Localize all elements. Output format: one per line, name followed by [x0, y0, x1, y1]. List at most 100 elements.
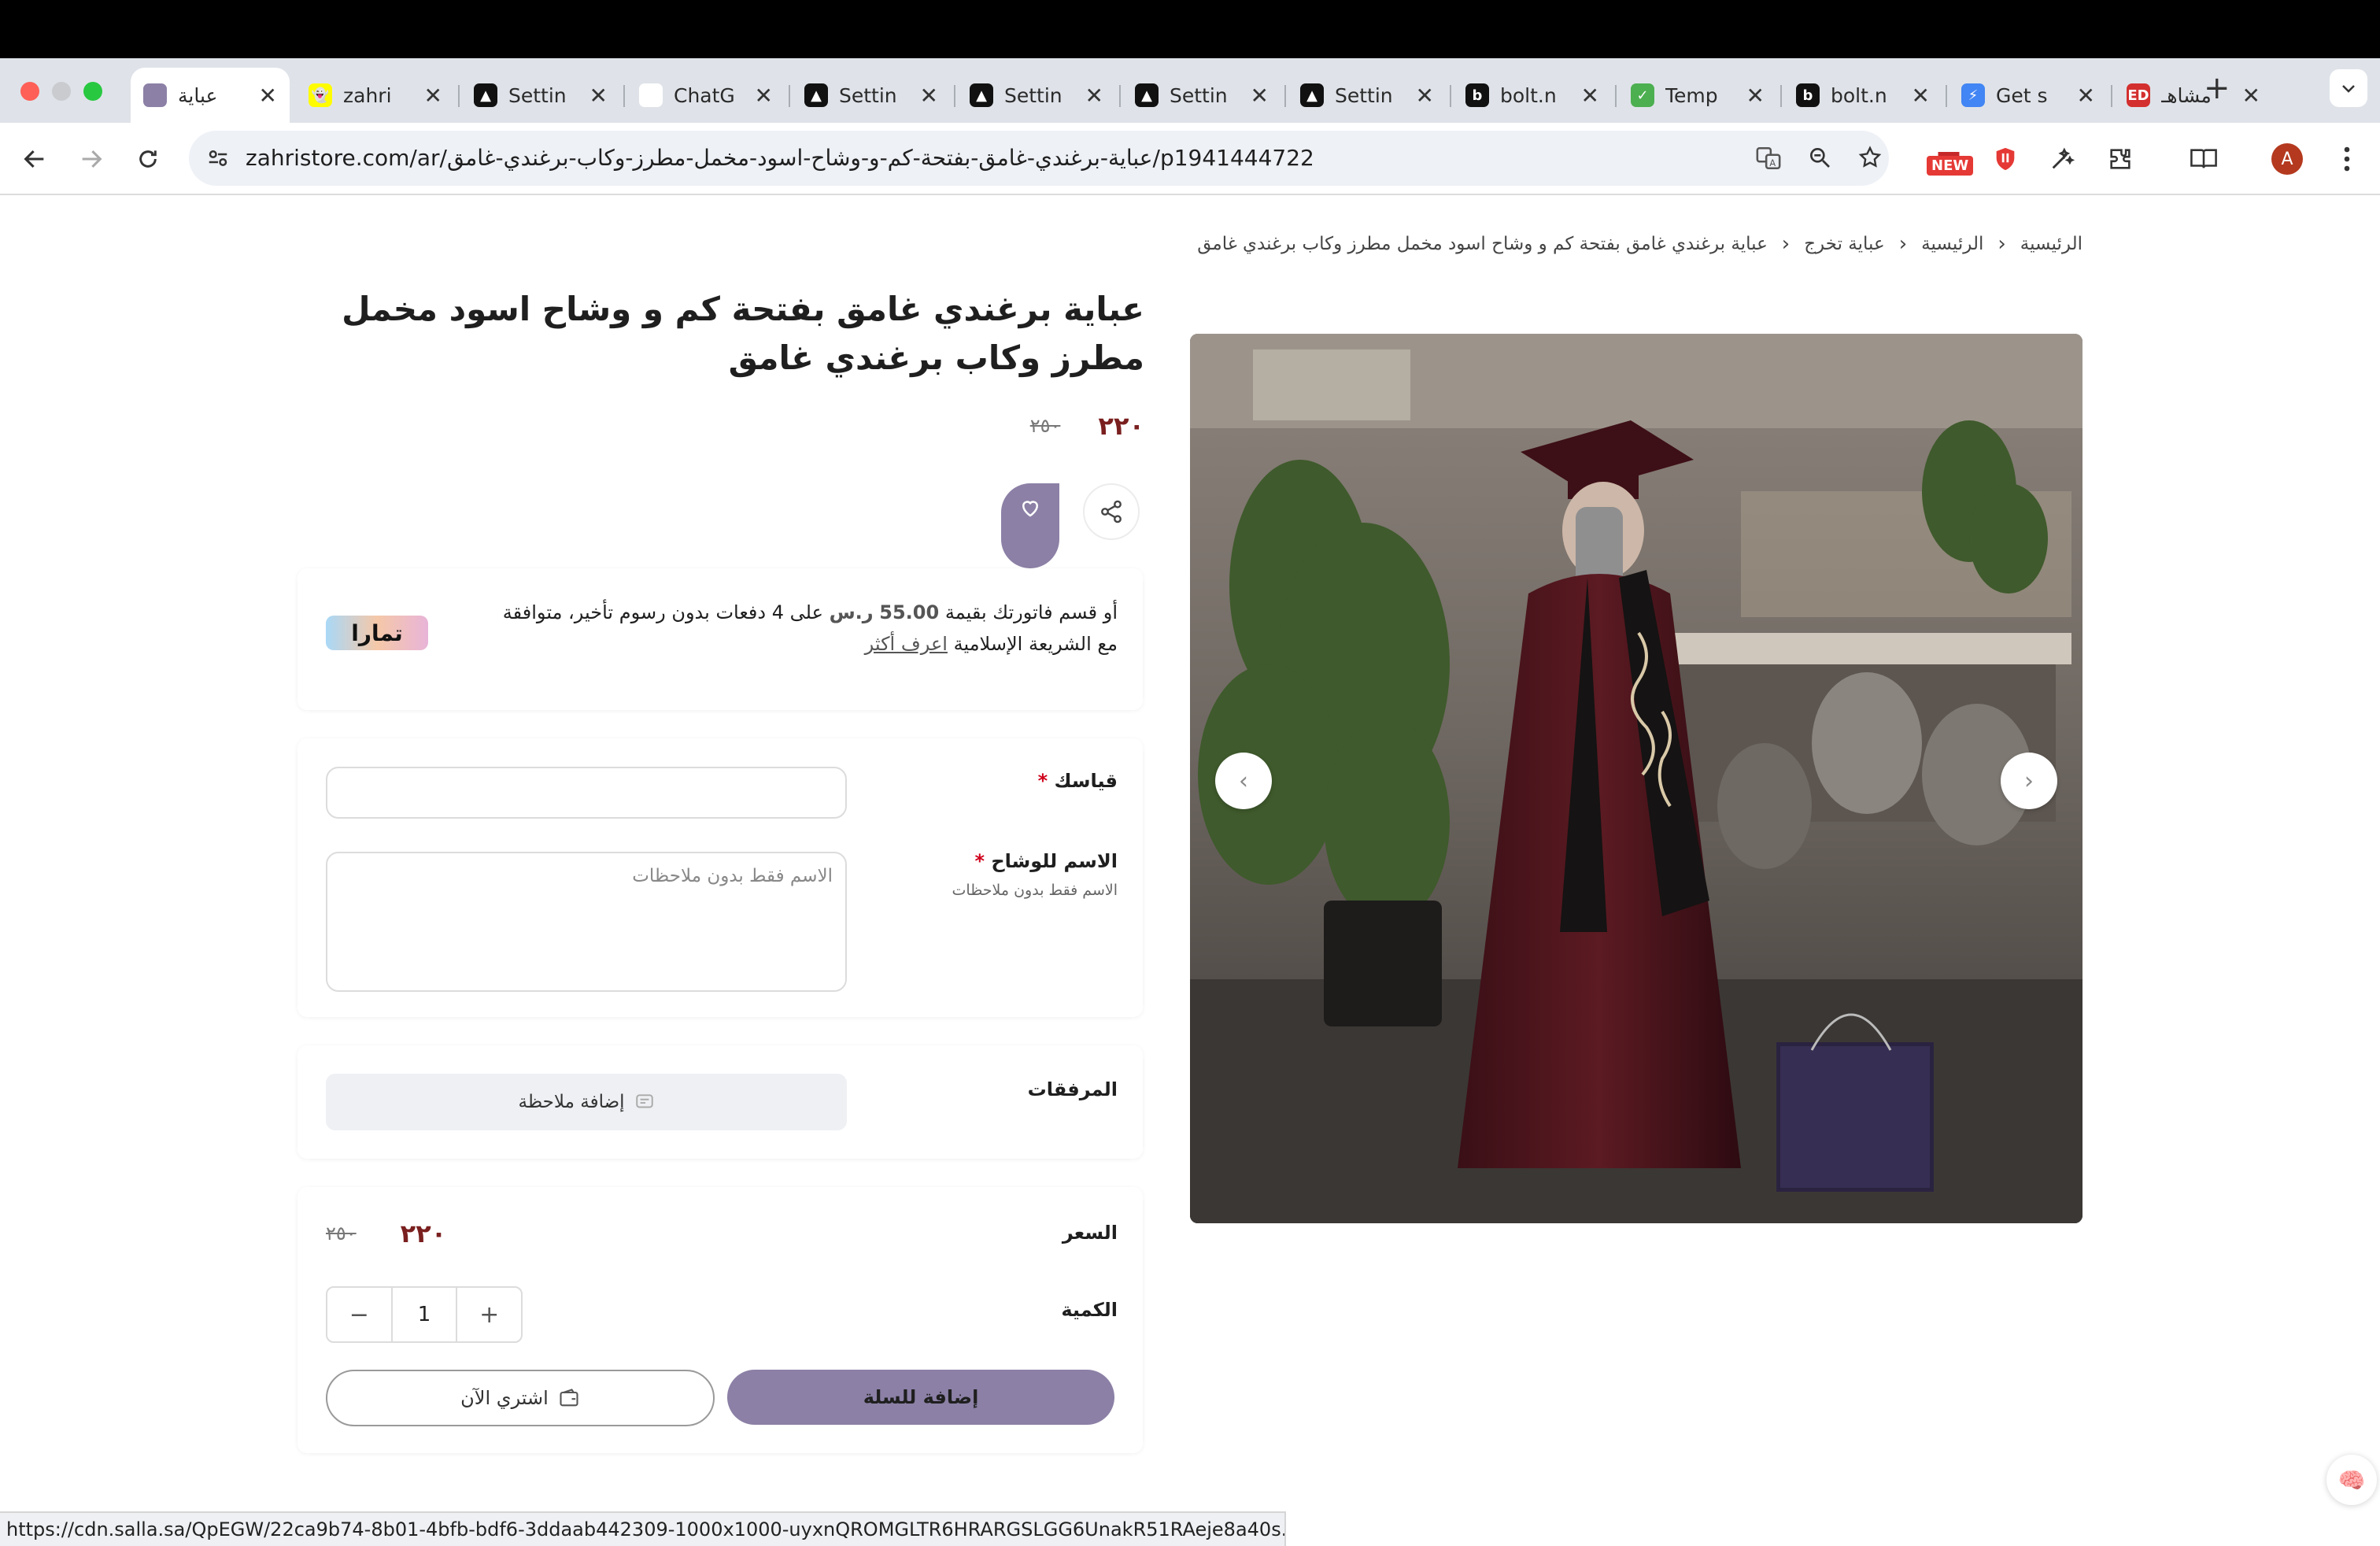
extensions-puzzle-icon[interactable]	[2101, 140, 2139, 178]
chevron-right-icon: ›	[2024, 767, 2034, 795]
new-tab-button[interactable]: +	[2204, 72, 2230, 104]
close-tab-icon[interactable]: ✕	[1085, 83, 1103, 109]
browser-tab[interactable]: ▲ Settin ✕	[957, 68, 1116, 123]
close-tab-icon[interactable]: ✕	[920, 83, 938, 109]
heart-icon	[1022, 501, 1039, 517]
buy-now-label: اشتري الآن	[460, 1387, 549, 1409]
close-window-button[interactable]	[20, 82, 39, 101]
tamara-logo: تمارا	[326, 616, 428, 650]
tab-favicon-icon	[143, 83, 167, 107]
add-note-button[interactable]: إضافة ملاحظة	[326, 1074, 847, 1130]
breadcrumb-home-2[interactable]: الرئيسية	[1921, 234, 1983, 254]
close-tab-icon[interactable]: ✕	[424, 83, 442, 109]
sash-name-hint: الاسم فقط بدون ملاحظات	[952, 882, 1118, 899]
note-icon	[635, 1094, 653, 1108]
svg-text:A: A	[1769, 157, 1776, 168]
url-text[interactable]: zahristore.com/ar/عباية-برغندي-غامق-بفتح…	[246, 131, 1314, 186]
breadcrumb-home[interactable]: الرئيسية	[2020, 234, 2082, 254]
browser-tab[interactable]: 👻 zahri ✕	[296, 68, 455, 123]
browser-tab[interactable]: عباية ✕	[131, 68, 290, 123]
tab-separator	[458, 85, 460, 107]
close-tab-icon[interactable]: ✕	[589, 83, 608, 109]
site-settings-icon[interactable]	[206, 146, 230, 170]
gallery-prev-button[interactable]: ‹	[1215, 753, 1272, 809]
options-card: قياسك * الاسم للوشاح * الاسم فقط بدون مل…	[298, 738, 1143, 1017]
close-tab-icon[interactable]: ✕	[2077, 83, 2095, 109]
browser-tab[interactable]: b bolt.n ✕	[1783, 68, 1942, 123]
reload-button[interactable]	[129, 140, 167, 178]
zoom-window-button[interactable]	[83, 82, 102, 101]
address-bar[interactable]: zahristore.com/ar/عباية-برغندي-غامق-بفتح…	[189, 131, 1889, 186]
decrease-quantity-button[interactable]: −	[327, 1288, 391, 1341]
quantity-value[interactable]: 1	[390, 1288, 458, 1341]
tab-separator	[1780, 85, 1782, 107]
back-button[interactable]	[16, 140, 54, 178]
product-image	[1190, 334, 2082, 1223]
tamara-text-before: أو قسم فاتورتك بقيمة	[944, 601, 1118, 623]
chevron-left-icon: ‹	[1781, 232, 1791, 256]
tab-favicon-icon: ▲	[804, 83, 828, 107]
browser-tab[interactable]: ▲ Settin ✕	[1288, 68, 1447, 123]
gallery-next-button[interactable]: ›	[2001, 753, 2057, 809]
extension-shield-icon[interactable]	[1986, 140, 2024, 178]
buy-now-button[interactable]: اشتري الآن	[326, 1370, 715, 1426]
tab-favicon-icon: b	[1465, 83, 1489, 107]
attachments-card: المرفقات إضافة ملاحظة	[298, 1045, 1143, 1159]
browser-tab[interactable]: ▲ Settin ✕	[461, 68, 620, 123]
close-tab-icon[interactable]: ✕	[755, 83, 773, 109]
increase-quantity-button[interactable]: +	[457, 1288, 521, 1341]
product-gallery[interactable]: ‹ ›	[1190, 334, 2082, 1223]
tab-search-button[interactable]	[2330, 69, 2367, 107]
browser-tab[interactable]: b bolt.n ✕	[1453, 68, 1612, 123]
tamara-card: أو قسم فاتورتك بقيمة 55.00 ر.س على 4 دفع…	[298, 568, 1143, 710]
forward-button[interactable]	[72, 140, 110, 178]
sash-label-text: الاسم للوشاح	[991, 850, 1118, 872]
tab-title: Settin	[839, 83, 897, 107]
zoom-icon[interactable]	[1807, 145, 1832, 170]
close-tab-icon[interactable]: ✕	[1912, 83, 1930, 109]
sash-name-textarea[interactable]: الاسم فقط بدون ملاحظات	[326, 852, 847, 992]
tab-title: bolt.n	[1500, 83, 1557, 107]
breadcrumb-category[interactable]: عباية تخرج	[1804, 234, 1885, 254]
assistant-brain-icon[interactable]: 🧠	[2326, 1455, 2377, 1505]
tab-separator	[1119, 85, 1121, 107]
tab-favicon-icon: ▲	[1135, 83, 1159, 107]
close-tab-icon[interactable]: ✕	[1581, 83, 1599, 109]
tab-favicon-icon: ▲	[474, 83, 497, 107]
extension-magic-icon[interactable]	[2043, 140, 2081, 178]
add-to-cart-button[interactable]: إضافة للسلة	[727, 1370, 1114, 1425]
sash-name-label: الاسم للوشاح *	[974, 850, 1118, 872]
close-tab-icon[interactable]: ✕	[1746, 83, 1765, 109]
close-tab-icon[interactable]: ✕	[2242, 83, 2260, 109]
price-label: السعر	[1062, 1222, 1118, 1244]
minimize-window-button[interactable]	[52, 82, 71, 101]
chevron-left-icon: ‹	[1898, 232, 1908, 256]
share-icon	[1101, 500, 1122, 523]
browser-tab[interactable]: ▲ Settin ✕	[1122, 68, 1281, 123]
sash-name-placeholder: الاسم فقط بدون ملاحظات	[632, 866, 833, 886]
browser-tab[interactable]: ⚡ Get s ✕	[1949, 68, 2108, 123]
profile-avatar[interactable]: A	[2271, 143, 2303, 175]
tab-title: zahri	[343, 83, 392, 107]
status-bar-url: https://cdn.salla.sa/QpEGW/22ca9b74-8b01…	[0, 1511, 1286, 1546]
reload-icon	[139, 150, 157, 168]
browser-tab[interactable]: ✺ ChatG ✕	[626, 68, 785, 123]
purchase-price-row: ٢٥٠ ٢٢٠	[326, 1219, 446, 1248]
reading-list-icon[interactable]	[2185, 140, 2223, 178]
wishlist-button[interactable]	[1001, 483, 1059, 568]
tab-favicon-icon: ▲	[970, 83, 993, 107]
quantity-label: الكمية	[1061, 1299, 1118, 1321]
browser-tab[interactable]: ED مشاهـ ✕	[2114, 68, 2273, 123]
size-input[interactable]	[326, 767, 847, 819]
close-tab-icon[interactable]: ✕	[1416, 83, 1434, 109]
browser-tab[interactable]: ✓ Temp ✕	[1618, 68, 1777, 123]
close-tab-icon[interactable]: ✕	[259, 83, 277, 109]
tamara-learn-more-link[interactable]: اعرف أكثر	[865, 633, 948, 655]
browser-tab[interactable]: ▲ Settin ✕	[792, 68, 951, 123]
browser-menu-icon[interactable]	[2328, 140, 2366, 178]
close-tab-icon[interactable]: ✕	[1251, 83, 1269, 109]
tab-title: Settin	[508, 83, 567, 107]
bookmark-star-icon[interactable]	[1857, 145, 1883, 170]
share-button[interactable]	[1083, 483, 1140, 540]
translate-icon[interactable]: A	[1755, 145, 1782, 172]
